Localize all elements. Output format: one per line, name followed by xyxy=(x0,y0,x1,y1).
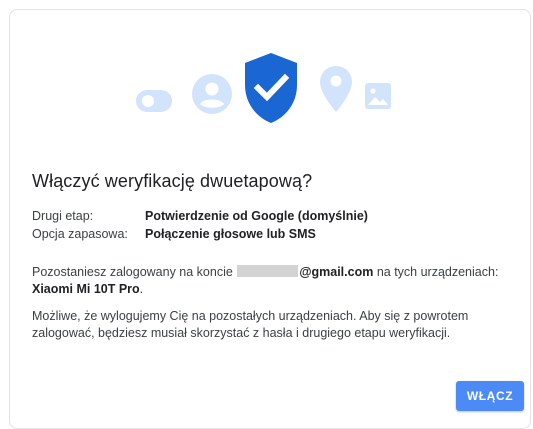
backup-option-row: Opcja zapasowa: Połączenie głosowe lub S… xyxy=(32,225,368,243)
dialog-title: Włączyć weryfikację dwuetapową? xyxy=(32,171,313,191)
toggle-icon xyxy=(136,90,172,112)
info-middle: na tych urządzeniach: xyxy=(376,265,499,279)
signed-in-info: Pozostaniesz zalogowany na koncie @gmail… xyxy=(32,264,522,298)
backup-option-value: Połączenie głosowe lub SMS xyxy=(145,227,316,241)
info-prefix: Pozostaniesz zalogowany na koncie xyxy=(32,265,233,279)
second-step-label: Drugi etap: xyxy=(32,209,94,223)
settings-summary: Drugi etap: Potwierdzenie od Google (dom… xyxy=(32,207,368,243)
enable-button[interactable]: WŁĄCZ xyxy=(456,381,524,411)
second-step-row: Drugi etap: Potwierdzenie od Google (dom… xyxy=(32,207,368,225)
redacted-email-user xyxy=(237,265,299,277)
second-step-value: Potwierdzenie od Google (domyślnie) xyxy=(145,209,368,223)
location-pin-icon xyxy=(320,66,352,112)
verification-dialog: Włączyć weryfikację dwuetapową? Drugi et… xyxy=(9,9,531,429)
logout-note: Możliwe, że wylogujemy Cię na pozostałyc… xyxy=(32,309,469,340)
account-icon xyxy=(192,74,232,114)
email-domain: @gmail.com xyxy=(299,265,374,279)
hero-illustration xyxy=(10,34,532,134)
device-name: Xiaomi Mi 10T Pro xyxy=(32,282,140,296)
image-icon xyxy=(365,83,391,109)
backup-option-label: Opcja zapasowa: xyxy=(32,227,128,241)
info-suffix: . xyxy=(139,282,144,296)
shield-check-icon xyxy=(245,53,297,123)
